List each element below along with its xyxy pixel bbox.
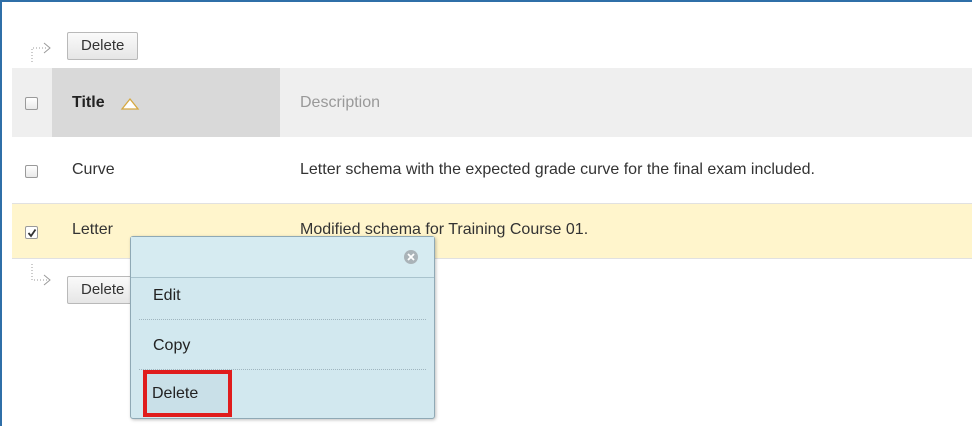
delete-button-bottom[interactable]: Delete bbox=[67, 276, 139, 304]
bulk-action-arrow-icon bbox=[31, 42, 51, 62]
title-column-label[interactable]: Title bbox=[72, 94, 105, 112]
row-checkbox[interactable] bbox=[25, 165, 38, 178]
menu-item-delete[interactable]: Delete bbox=[152, 385, 198, 403]
row-title[interactable]: Letter bbox=[72, 221, 113, 239]
delete-button-top[interactable]: Delete bbox=[67, 32, 139, 60]
bulk-action-arrow-icon bbox=[31, 264, 51, 286]
close-icon[interactable] bbox=[403, 249, 419, 265]
menu-divider bbox=[139, 319, 426, 320]
checkmark-icon bbox=[27, 228, 37, 238]
row-description: Letter schema with the expected grade cu… bbox=[300, 161, 815, 178]
description-column-label[interactable]: Description bbox=[300, 94, 380, 112]
menu-item-edit[interactable]: Edit bbox=[153, 287, 181, 305]
menu-item-copy[interactable]: Copy bbox=[153, 337, 190, 355]
row-checkbox-checked[interactable] bbox=[25, 226, 38, 239]
context-menu-header bbox=[131, 237, 434, 278]
select-all-checkbox[interactable] bbox=[25, 97, 38, 110]
row-title[interactable]: Curve bbox=[72, 161, 115, 179]
table-header bbox=[12, 68, 972, 137]
sort-ascending-icon[interactable] bbox=[120, 97, 140, 111]
